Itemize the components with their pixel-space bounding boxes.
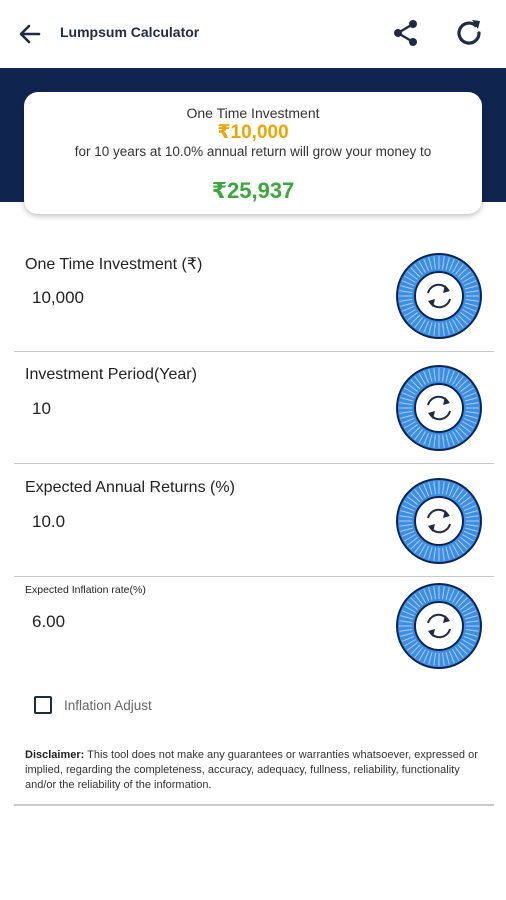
disclaimer-text: This tool does not make any guarantees o… — [25, 749, 478, 791]
returns-dial[interactable] — [395, 477, 483, 565]
investment-dial[interactable] — [395, 252, 483, 340]
field-label: One Time Investment (₹) — [25, 256, 203, 273]
field-value[interactable]: 10.0 — [32, 512, 65, 532]
summary-line-1: One Time Investment — [186, 105, 320, 121]
field-value[interactable]: 10 — [32, 399, 51, 419]
field-label: Expected Inflation rate(%) — [25, 584, 146, 596]
inflation-adjust-label[interactable]: Inflation Adjust — [64, 698, 152, 713]
disclaimer: Disclaimer: This tool does not make any … — [25, 748, 485, 793]
disclaimer-title: Disclaimer: — [25, 749, 85, 761]
back-arrow-icon[interactable] — [14, 18, 46, 50]
share-icon[interactable] — [390, 17, 422, 49]
field-value[interactable]: 6.00 — [32, 612, 65, 632]
divider — [14, 576, 494, 577]
summary-result: ₹25,937 — [211, 178, 295, 203]
field-label: Expected Annual Returns (%) — [25, 479, 235, 496]
inflation-adjust-checkbox[interactable] — [34, 696, 52, 714]
refresh-icon[interactable] — [452, 16, 486, 50]
divider — [14, 463, 494, 464]
app-bar: Lumpsum Calculator — [0, 0, 506, 68]
period-dial[interactable] — [395, 364, 483, 452]
field-label: Investment Period(Year) — [25, 366, 197, 383]
field-value[interactable]: 10,000 — [32, 288, 84, 308]
inflation-dial[interactable] — [395, 582, 483, 670]
summary-card: One Time Investment ₹10,000 for 10 years… — [24, 92, 482, 214]
summary-amount: ₹10,000 — [217, 122, 289, 143]
page-title: Lumpsum Calculator — [60, 24, 200, 40]
divider — [14, 804, 494, 806]
summary-line-2: for 10 years at 10.0% annual return will… — [74, 144, 432, 159]
divider — [14, 351, 494, 352]
